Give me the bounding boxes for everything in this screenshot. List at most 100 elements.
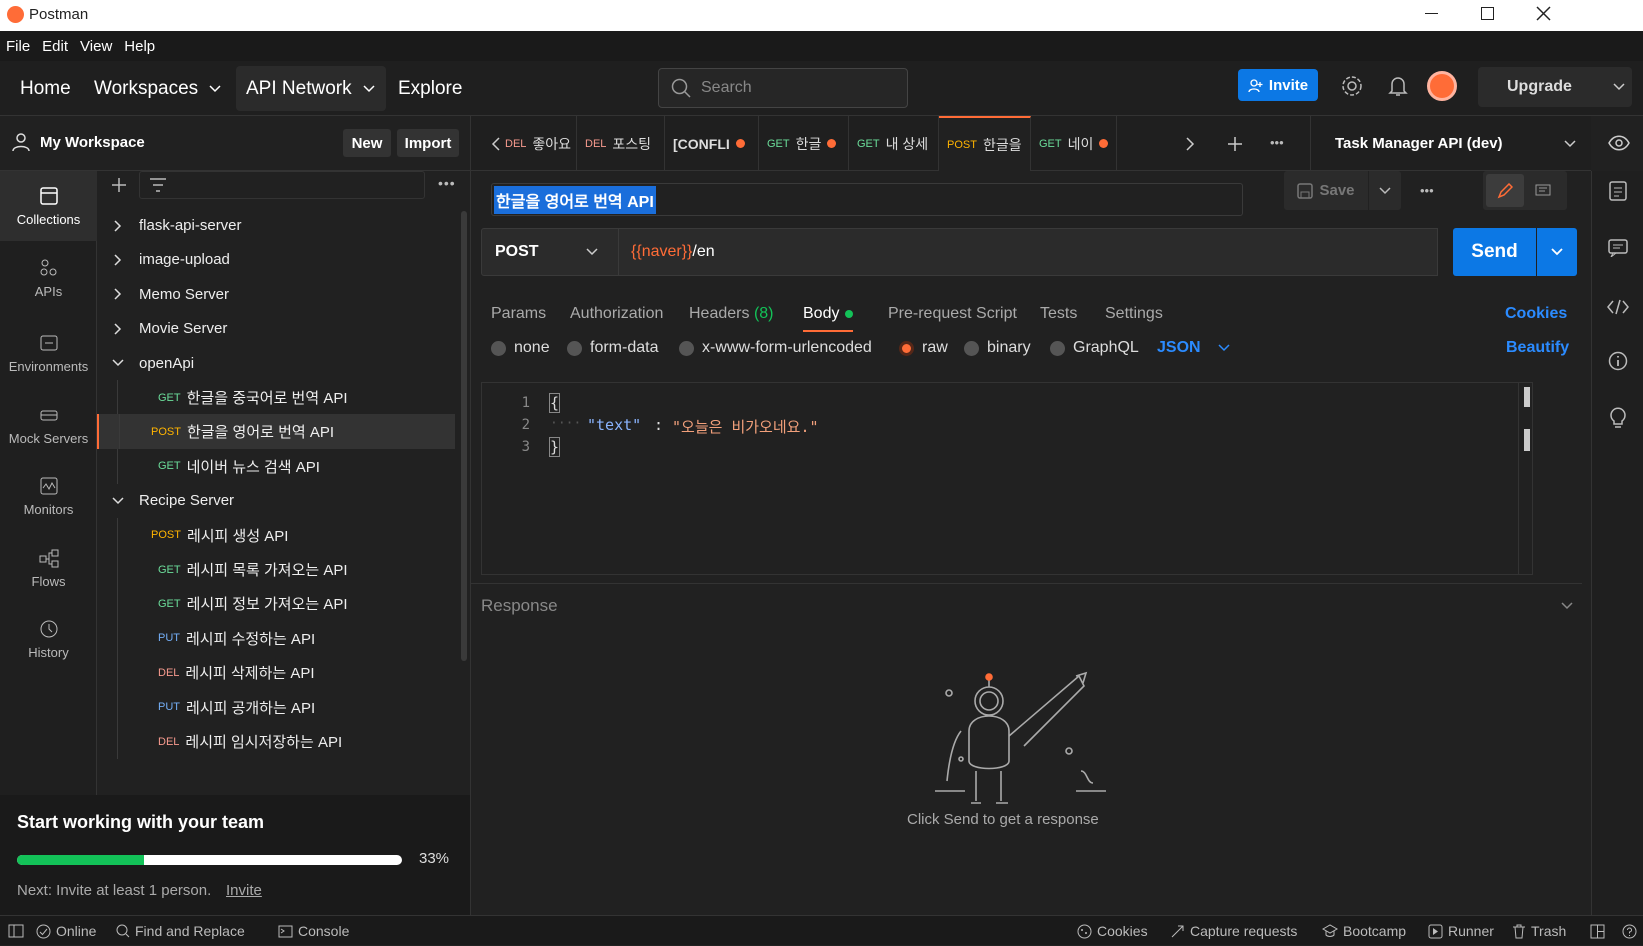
method-select[interactable]: POST [481, 228, 619, 276]
request-tab[interactable]: POST 한글을 [939, 116, 1031, 171]
code-snippet-icon[interactable] [1607, 299, 1629, 315]
avatar[interactable] [1427, 71, 1457, 101]
request-item[interactable]: DEL 레시피 임시저장하는 API [97, 724, 455, 759]
rail-mock-servers[interactable]: Mock Servers [0, 390, 97, 460]
tab-params[interactable]: Params [491, 296, 546, 332]
radio-binary[interactable]: binary [964, 335, 1031, 361]
rail-environments[interactable]: Environments [0, 318, 97, 388]
send-options-button[interactable] [1537, 228, 1577, 276]
more-options-icon[interactable]: ••• [438, 175, 456, 191]
trash-button[interactable]: Trash [1512, 916, 1566, 946]
request-name-field[interactable]: 한글을 영어로 번역 API [491, 183, 1243, 216]
collection-folder[interactable]: openApi [97, 346, 455, 381]
add-collection-icon[interactable] [111, 177, 127, 193]
collection-folder[interactable]: flask-api-server [97, 208, 455, 243]
request-tab[interactable]: GET 네이 [1031, 116, 1117, 171]
minimize-icon[interactable] [1425, 13, 1438, 14]
import-button[interactable]: Import [397, 129, 459, 157]
menu-edit[interactable]: Edit [36, 38, 74, 55]
nav-api-network[interactable]: API Network [236, 66, 386, 111]
info-icon[interactable] [1608, 351, 1628, 371]
collection-folder[interactable]: Memo Server [97, 277, 455, 312]
collection-folder[interactable]: Recipe Server [97, 483, 455, 518]
cookies-link[interactable]: Cookies [1505, 296, 1567, 332]
save-dropdown-button[interactable] [1369, 171, 1401, 210]
url-input[interactable]: {{naver}} /en [619, 228, 1438, 276]
search-input[interactable]: Search [658, 68, 908, 108]
environment-selector[interactable]: Task Manager API (dev) [1310, 116, 1580, 171]
body-format-select[interactable]: JSON [1157, 335, 1231, 361]
environment-quick-look-icon[interactable] [1608, 135, 1630, 151]
request-item[interactable]: GET 한글을 중국어로 번역 API [97, 380, 455, 415]
rail-monitors[interactable]: Monitors [0, 461, 97, 531]
request-item[interactable]: DEL 레시피 삭제하는 API [97, 655, 455, 691]
help-button[interactable] [1622, 916, 1637, 946]
invite-link[interactable]: Invite [226, 882, 262, 899]
collection-filter-input[interactable] [139, 171, 425, 199]
console-button[interactable]: Console [278, 916, 349, 946]
upgrade-button[interactable]: Upgrade [1478, 67, 1632, 107]
request-item[interactable]: PUT 레시피 수정하는 API [97, 620, 455, 656]
radio-graphql[interactable]: GraphQL [1050, 335, 1139, 361]
tab-tests[interactable]: Tests [1040, 296, 1077, 332]
collapse-response-icon[interactable] [1560, 601, 1574, 611]
tab-body[interactable]: Body [803, 296, 854, 332]
nav-home[interactable]: Home [20, 61, 71, 116]
radio-raw[interactable]: raw [899, 335, 948, 361]
close-icon[interactable] [1536, 6, 1551, 21]
comment-mode-button[interactable] [1524, 174, 1562, 207]
tab-pre-request-script[interactable]: Pre-request Script [888, 296, 1017, 332]
rail-history[interactable]: History [0, 604, 97, 674]
workspace-name[interactable]: My Workspace [40, 134, 145, 151]
menu-help[interactable]: Help [118, 38, 161, 55]
new-button[interactable]: New [343, 129, 391, 157]
rail-flows[interactable]: Flows [0, 533, 97, 603]
maximize-icon[interactable] [1481, 7, 1494, 20]
comments-icon[interactable] [1608, 239, 1628, 257]
save-button[interactable]: Save [1284, 171, 1368, 210]
menu-file[interactable]: File [0, 38, 36, 55]
tab-headers[interactable]: Headers (8) [689, 296, 774, 332]
rail-apis[interactable]: APIs [0, 243, 97, 313]
request-item[interactable]: GET 네이버 뉴스 검색 API [97, 448, 455, 484]
request-tab[interactable]: GET 한글 [759, 116, 849, 171]
documentation-icon[interactable] [1609, 181, 1627, 201]
request-item[interactable]: GET 레시피 정보 가져오는 API [97, 586, 455, 622]
settings-gear-icon[interactable] [1341, 75, 1363, 97]
tab-settings[interactable]: Settings [1105, 296, 1163, 332]
request-item[interactable]: POST 한글을 영어로 번역 API [97, 414, 455, 450]
tab-authorization[interactable]: Authorization [570, 296, 663, 332]
tab-scroll-right-icon[interactable] [1185, 137, 1195, 151]
radio-urlencoded[interactable]: x-www-form-urlencoded [679, 335, 872, 361]
collection-folder[interactable]: image-upload [97, 242, 455, 277]
menu-view[interactable]: View [74, 38, 118, 55]
tree-scrollbar[interactable] [461, 211, 467, 661]
online-status[interactable]: Online [36, 916, 96, 946]
tab-options-icon[interactable]: ••• [1270, 135, 1284, 150]
collection-folder[interactable]: Movie Server [97, 311, 455, 346]
cookies-status-button[interactable]: Cookies [1077, 916, 1148, 946]
invite-button[interactable]: Invite [1238, 69, 1318, 101]
nav-explore[interactable]: Explore [398, 61, 462, 116]
request-item[interactable]: GET 레시피 목록 가져오는 API [97, 552, 455, 587]
new-tab-icon[interactable] [1227, 136, 1243, 152]
lightbulb-icon[interactable] [1609, 407, 1627, 429]
radio-form-data[interactable]: form-data [567, 335, 658, 361]
request-item[interactable]: POST 레시피 생성 API [97, 517, 455, 553]
request-tab[interactable]: DEL 좋아요 [497, 116, 577, 171]
request-options-icon[interactable]: ••• [1420, 183, 1434, 198]
body-code-editor[interactable]: 1 2 3 { ···· "text" : "오늘은 비가오네요." } [481, 382, 1533, 575]
edit-mode-button[interactable] [1486, 174, 1524, 207]
request-item[interactable]: PUT 레시피 공개하는 API [97, 689, 455, 725]
toggle-sidebar-button[interactable] [8, 916, 24, 946]
find-replace-button[interactable]: Find and Replace [116, 916, 245, 946]
beautify-link[interactable]: Beautify [1506, 335, 1569, 361]
rail-collections[interactable]: Collections [0, 171, 97, 241]
bootcamp-button[interactable]: Bootcamp [1322, 916, 1406, 946]
runner-button[interactable]: Runner [1428, 916, 1494, 946]
notification-bell-icon[interactable] [1388, 75, 1408, 97]
capture-requests-button[interactable]: Capture requests [1170, 916, 1297, 946]
request-tab[interactable]: [CONFLI [665, 116, 759, 171]
nav-workspaces[interactable]: Workspaces [94, 61, 222, 116]
send-button[interactable]: Send [1453, 228, 1536, 276]
